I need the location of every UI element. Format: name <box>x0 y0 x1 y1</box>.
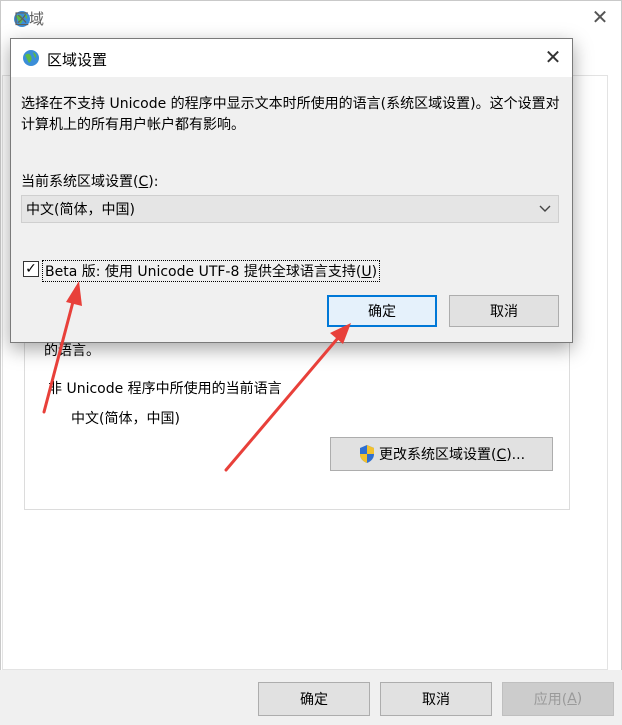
arrow-to-checkbox <box>42 281 82 414</box>
arrow-to-ok <box>224 323 351 472</box>
annotation-arrows <box>42 281 351 472</box>
